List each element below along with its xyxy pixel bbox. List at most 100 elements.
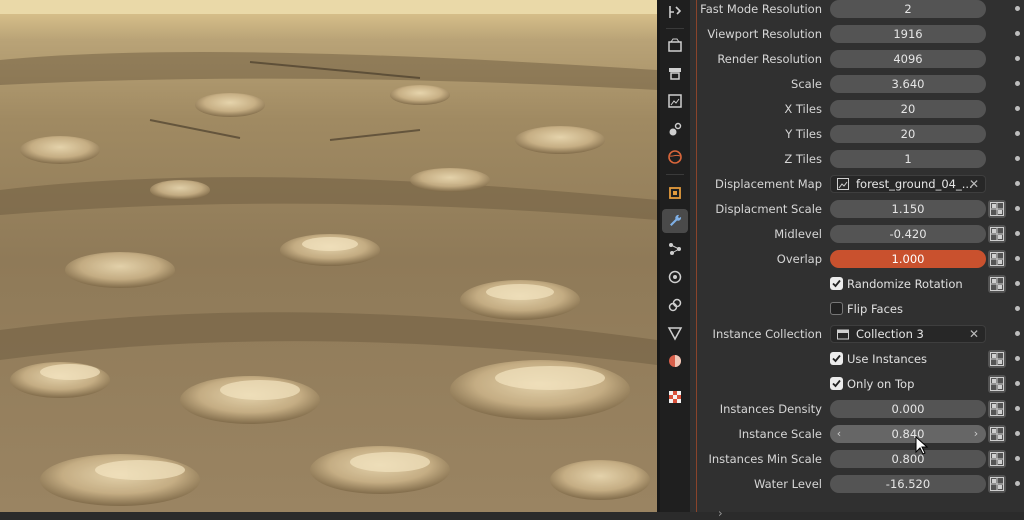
tab-physics[interactable] [662, 265, 688, 289]
keyframe-dot-icon[interactable] [1015, 256, 1020, 261]
tab-material[interactable] [662, 349, 688, 373]
keyframe-dot-icon[interactable] [1015, 131, 1020, 136]
displacement-map-field[interactable]: forest_ground_04_... ✕ [830, 175, 986, 193]
tab-constraints[interactable] [662, 293, 688, 317]
field-value: 3.640 [891, 77, 925, 91]
driver-toggle[interactable] [988, 450, 1006, 468]
instance-collection-field[interactable]: Collection 3 ✕ [830, 325, 986, 343]
number-field[interactable]: 4096 [830, 50, 986, 68]
driver-toggle[interactable] [988, 350, 1006, 368]
physics-icon [668, 270, 682, 284]
keyframe-dot-icon[interactable] [1015, 81, 1020, 86]
clear-x-icon[interactable]: ✕ [969, 326, 979, 342]
number-field[interactable]: 0.000 [830, 400, 986, 418]
tab-view-layer[interactable] [662, 89, 688, 113]
property-label: Overlap [776, 252, 822, 266]
tab-render[interactable] [662, 33, 688, 57]
driver-toggle[interactable] [988, 375, 1006, 393]
keyframe-dot-icon[interactable] [1015, 156, 1020, 161]
tool-icon [669, 6, 682, 18]
tab-modifiers[interactable] [662, 209, 688, 233]
keyframe-dot-icon[interactable] [1015, 181, 1020, 186]
number-field[interactable]: -16.520 [830, 475, 986, 493]
driver-toggle[interactable] [988, 475, 1006, 493]
property-label: Instance Scale [738, 427, 822, 441]
keyframe-dot-icon[interactable] [1015, 431, 1020, 436]
collection-icon [837, 329, 849, 340]
field-value: 1.150 [891, 202, 925, 216]
world-icon [668, 150, 682, 164]
active-modifier-edge [696, 0, 697, 512]
property-row: Flip Faces [690, 300, 1024, 325]
number-field[interactable]: 0.800 [830, 450, 986, 468]
driver-toggle[interactable] [988, 250, 1006, 268]
keyframe-dot-icon[interactable] [1015, 31, 1020, 36]
keyframe-dot-icon[interactable] [1015, 56, 1020, 61]
property-row: Randomize Rotation [690, 275, 1024, 300]
field-value: -0.420 [889, 227, 927, 241]
increment-arrow-icon[interactable]: › [970, 425, 982, 443]
field-value: 20 [900, 127, 916, 141]
field-value: 0.000 [891, 402, 925, 416]
driver-toggle[interactable] [988, 200, 1006, 218]
keyframe-dot-icon[interactable] [1015, 231, 1020, 236]
number-field[interactable]: 1916 [830, 25, 986, 43]
tab-object[interactable] [662, 181, 688, 205]
property-row: Instance Collection Collection 3 ✕ [690, 325, 1024, 350]
checkbox-label: Randomize Rotation [847, 277, 963, 291]
pointer-value: Collection 3 [856, 327, 924, 341]
tab-tool[interactable] [662, 0, 688, 24]
number-field[interactable]: -0.420 [830, 225, 986, 243]
view-layer-icon [668, 94, 682, 108]
property-checkbox[interactable] [830, 377, 843, 390]
tab-output[interactable] [662, 61, 688, 85]
property-checkbox[interactable] [830, 277, 843, 290]
keyframe-dot-icon[interactable] [1015, 331, 1020, 336]
property-label: X Tiles [784, 102, 822, 116]
keyframe-dot-icon[interactable] [1015, 6, 1020, 11]
pointer-value: forest_ground_04_... [856, 177, 973, 191]
keyframe-dot-icon[interactable] [1015, 206, 1020, 211]
keyframe-dot-icon[interactable] [1015, 456, 1020, 461]
property-row: Fast Mode Resolution 2 [690, 0, 1024, 25]
property-row: Water Level -16.520 [690, 475, 1024, 500]
number-field[interactable]: 20 [830, 100, 986, 118]
output-icon [669, 68, 681, 80]
number-field[interactable]: 1.000 [830, 250, 986, 268]
keyframe-dot-icon[interactable] [1015, 381, 1020, 386]
property-row: Y Tiles 20 [690, 125, 1024, 150]
keyframe-dot-icon[interactable] [1015, 306, 1020, 311]
field-value: -16.520 [885, 477, 931, 491]
driver-toggle[interactable] [988, 275, 1006, 293]
driver-toggle[interactable] [988, 400, 1006, 418]
tab-texture[interactable] [662, 385, 688, 409]
number-field[interactable]: 2 [830, 0, 986, 18]
number-field[interactable]: ‹ 0.840 › [830, 425, 986, 443]
keyframe-dot-icon[interactable] [1015, 106, 1020, 111]
mouse-pointer-icon [915, 436, 929, 455]
number-field[interactable]: 1.150 [830, 200, 986, 218]
property-label: Instance Collection [712, 327, 822, 341]
decrement-arrow-icon[interactable]: ‹ [833, 425, 845, 443]
number-field[interactable]: 1 [830, 150, 986, 168]
keyframe-dot-icon[interactable] [1015, 406, 1020, 411]
property-label: Instances Min Scale [708, 452, 822, 466]
keyframe-dot-icon[interactable] [1015, 281, 1020, 286]
property-checkbox[interactable] [830, 302, 843, 315]
tab-data[interactable] [662, 321, 688, 345]
property-checkbox[interactable] [830, 352, 843, 365]
driver-toggle[interactable] [988, 425, 1006, 443]
tab-particles[interactable] [662, 237, 688, 261]
number-field[interactable]: 20 [830, 125, 986, 143]
keyframe-dot-icon[interactable] [1015, 356, 1020, 361]
tab-world[interactable] [662, 145, 688, 169]
driver-toggle[interactable] [988, 225, 1006, 243]
property-row: X Tiles 20 [690, 100, 1024, 125]
field-value: 20 [900, 102, 916, 116]
tab-scene[interactable] [662, 117, 688, 141]
viewport-render[interactable] [0, 0, 657, 512]
collapsed-panel-header[interactable]: › [718, 506, 723, 520]
keyframe-dot-icon[interactable] [1015, 481, 1020, 486]
number-field[interactable]: 3.640 [830, 75, 986, 93]
clear-x-icon[interactable]: ✕ [969, 176, 979, 192]
